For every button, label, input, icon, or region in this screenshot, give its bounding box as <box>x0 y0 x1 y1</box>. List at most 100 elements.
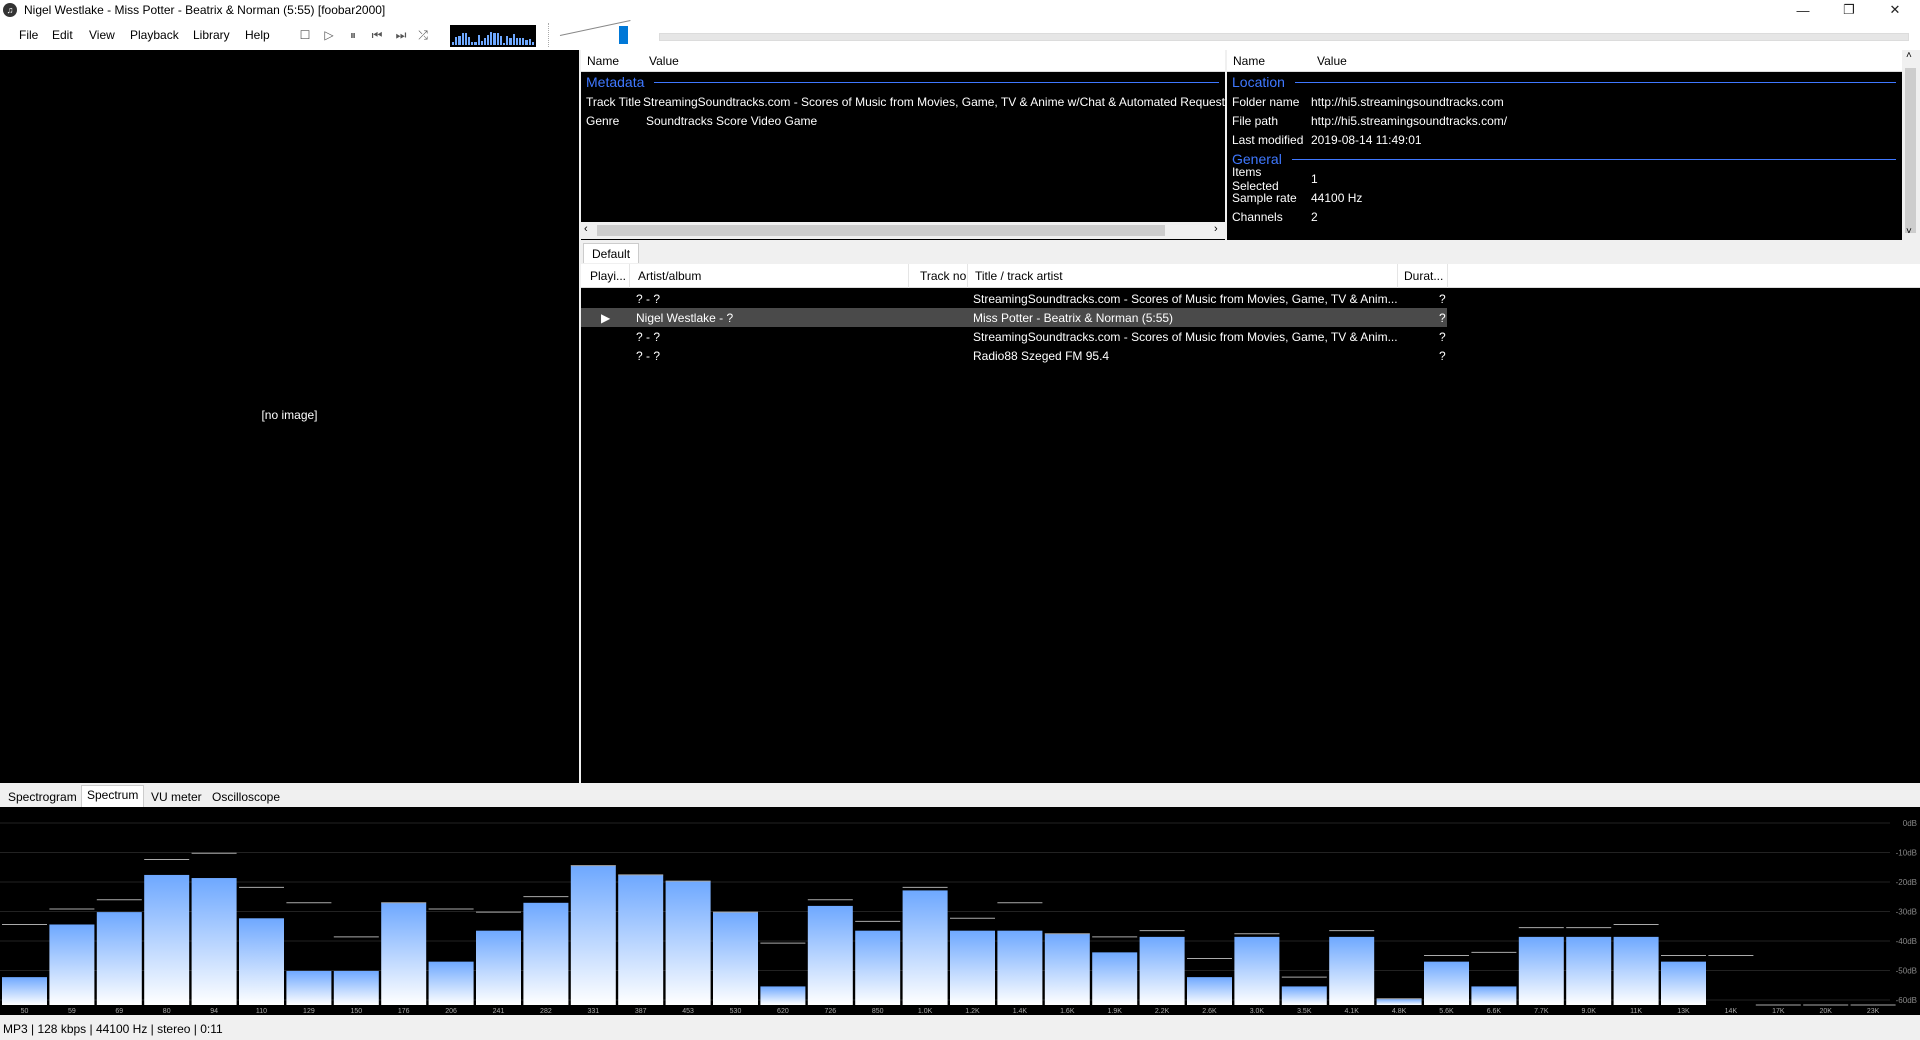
column-playing[interactable]: Playi... <box>590 269 626 283</box>
stop-icon[interactable]: ☐ <box>296 26 314 44</box>
previous-icon[interactable]: ⏮ <box>368 26 386 44</box>
db-tick-label: -50dB <box>1896 967 1917 976</box>
column-artist-album[interactable]: Artist/album <box>638 269 701 283</box>
column-separator[interactable] <box>967 264 968 288</box>
frequency-tick-label: 5.6K <box>1439 1008 1454 1015</box>
spectrum-bar <box>191 878 237 1005</box>
foobar-app-icon[interactable]: ♫ <box>3 3 17 17</box>
menu-view[interactable]: View <box>89 28 115 42</box>
frequency-tick-label: 530 <box>730 1008 742 1015</box>
property-name: Last modified <box>1232 132 1304 147</box>
horizontal-scrollbar-thumb[interactable] <box>597 225 1165 236</box>
property-value: 44100 Hz <box>1311 190 1363 205</box>
next-icon[interactable]: ⏭ <box>392 26 410 44</box>
tab-spectrum[interactable]: Spectrum <box>81 785 145 807</box>
volume-slider-thumb[interactable] <box>619 26 628 44</box>
playlist-row[interactable]: ? - ? StreamingSoundtracks.com - Scores … <box>581 289 1447 308</box>
frequency-tick-label: 3.5K <box>1297 1008 1312 1015</box>
frequency-tick-label: 726 <box>824 1008 836 1015</box>
now-playing-icon: ▶ <box>601 311 611 325</box>
menu-playback[interactable]: Playback <box>130 28 179 42</box>
property-row[interactable]: Channels 2 <box>1227 207 1902 226</box>
frequency-tick-label: 1.2K <box>965 1008 980 1015</box>
property-value: StreamingSoundtracks.com - Scores of Mus… <box>642 94 1225 109</box>
tab-vu-meter[interactable]: VU meter <box>146 788 207 807</box>
spectrum-bar <box>902 890 948 1005</box>
row-artist-album: ? - ? <box>636 330 661 344</box>
property-row[interactable]: Genre Soundtracks Score Video Game <box>581 111 1225 130</box>
column-separator[interactable] <box>1397 264 1398 288</box>
column-value-header[interactable]: Value <box>1311 54 1347 68</box>
vertical-scrollbar[interactable]: ˄ ˅ <box>1902 50 1919 240</box>
tab-oscilloscope[interactable]: Oscilloscope <box>207 788 285 807</box>
menu-help[interactable]: Help <box>245 28 270 42</box>
tab-default-playlist[interactable]: Default <box>583 243 640 263</box>
frequency-tick-label: 13K <box>1677 1008 1690 1015</box>
column-separator[interactable] <box>908 264 909 288</box>
property-row[interactable]: Track Title StreamingSoundtracks.com - S… <box>581 92 1225 111</box>
spectrum-bar <box>333 970 379 1005</box>
close-icon[interactable]: ✕ <box>1872 0 1918 20</box>
play-icon[interactable]: ▷ <box>320 26 338 44</box>
section-divider <box>1294 81 1896 83</box>
column-name-header[interactable]: Name <box>1227 54 1311 68</box>
scroll-right-icon[interactable]: › <box>1214 223 1218 235</box>
minimize-icon[interactable]: — <box>1780 0 1826 20</box>
playlist-column-header: Playi... Artist/album Track no Title / t… <box>581 264 1920 288</box>
general-section-title: General <box>1227 149 1902 169</box>
spectrum-bar <box>1376 998 1422 1005</box>
row-artist-album: ? - ? <box>636 349 661 363</box>
spectrum-bar <box>1281 986 1327 1005</box>
mini-spectrum-bar <box>528 39 531 45</box>
horizontal-scrollbar[interactable]: ‹ › <box>581 222 1225 239</box>
row-title: StreamingSoundtracks.com - Scores of Mus… <box>973 330 1398 344</box>
pause-icon[interactable]: ⏸ <box>344 26 362 44</box>
property-row[interactable]: Items Selected 1 <box>1227 165 1902 193</box>
column-track-no[interactable]: Track no <box>920 269 966 283</box>
spectrum-bar <box>1613 936 1659 1005</box>
spectrum-bar <box>239 918 284 1005</box>
scroll-left-icon[interactable]: ‹ <box>584 223 588 235</box>
property-row[interactable]: File path http://hi5.streamingsoundtrack… <box>1227 111 1902 130</box>
playlist-row[interactable]: ? - ? StreamingSoundtracks.com - Scores … <box>581 327 1447 346</box>
mini-spectrum-bar <box>509 38 512 45</box>
random-icon[interactable]: ⤮ <box>414 26 432 44</box>
tab-spectrogram[interactable]: Spectrogram <box>3 788 82 807</box>
mini-spectrum-bar <box>490 32 493 45</box>
column-value-header[interactable]: Value <box>643 54 679 68</box>
property-name: Items Selected <box>1232 164 1279 193</box>
column-separator[interactable] <box>629 264 630 288</box>
frequency-tick-label: 620 <box>777 1008 789 1015</box>
column-title[interactable]: Title / track artist <box>975 269 1063 283</box>
playlist-view[interactable]: ? - ? StreamingSoundtracks.com - Scores … <box>581 288 1920 783</box>
frequency-tick-label: 23K <box>1867 1008 1880 1015</box>
property-row[interactable]: Sample rate 44100 Hz <box>1227 188 1902 207</box>
column-name-header[interactable]: Name <box>581 54 643 68</box>
menu-file[interactable]: File <box>19 28 38 42</box>
mini-spectrum-bar <box>515 38 518 45</box>
seek-bar[interactable] <box>659 33 1909 41</box>
menu-library[interactable]: Library <box>193 28 230 42</box>
frequency-tick-label: 17K <box>1772 1008 1785 1015</box>
vertical-scrollbar-thumb[interactable] <box>1905 68 1916 233</box>
mini-spectrum-bar <box>452 42 455 45</box>
spectrum-bar <box>1187 977 1232 1005</box>
scroll-up-icon[interactable]: ˄ <box>1906 50 1912 61</box>
property-row[interactable]: Last modified 2019-08-14 11:49:01 <box>1227 130 1902 149</box>
column-duration[interactable]: Durat... <box>1404 269 1443 283</box>
playlist-row[interactable]: ? - ? Radio88 Szeged FM 95.4 ? <box>581 346 1447 365</box>
property-name: Folder name <box>1232 94 1300 109</box>
spectrum-bar <box>144 874 190 1005</box>
restore-icon[interactable]: ❐ <box>1826 0 1872 20</box>
mini-spectrum-bar <box>506 36 509 45</box>
spectrum-bar <box>570 865 616 1005</box>
menu-edit[interactable]: Edit <box>52 28 73 42</box>
row-artist-album: ? - ? <box>636 292 661 306</box>
spectrum-bar <box>96 912 142 1005</box>
property-row[interactable]: Folder name http://hi5.streamingsoundtra… <box>1227 92 1902 111</box>
column-separator[interactable] <box>1447 264 1448 288</box>
playlist-row-selected[interactable]: ▶ Nigel Westlake - ? Miss Potter - Beatr… <box>581 308 1447 327</box>
frequency-tick-label: 4.1K <box>1344 1008 1359 1015</box>
mini-spectrum-bar <box>531 42 534 45</box>
scroll-down-icon[interactable]: ˅ <box>1906 226 1912 237</box>
